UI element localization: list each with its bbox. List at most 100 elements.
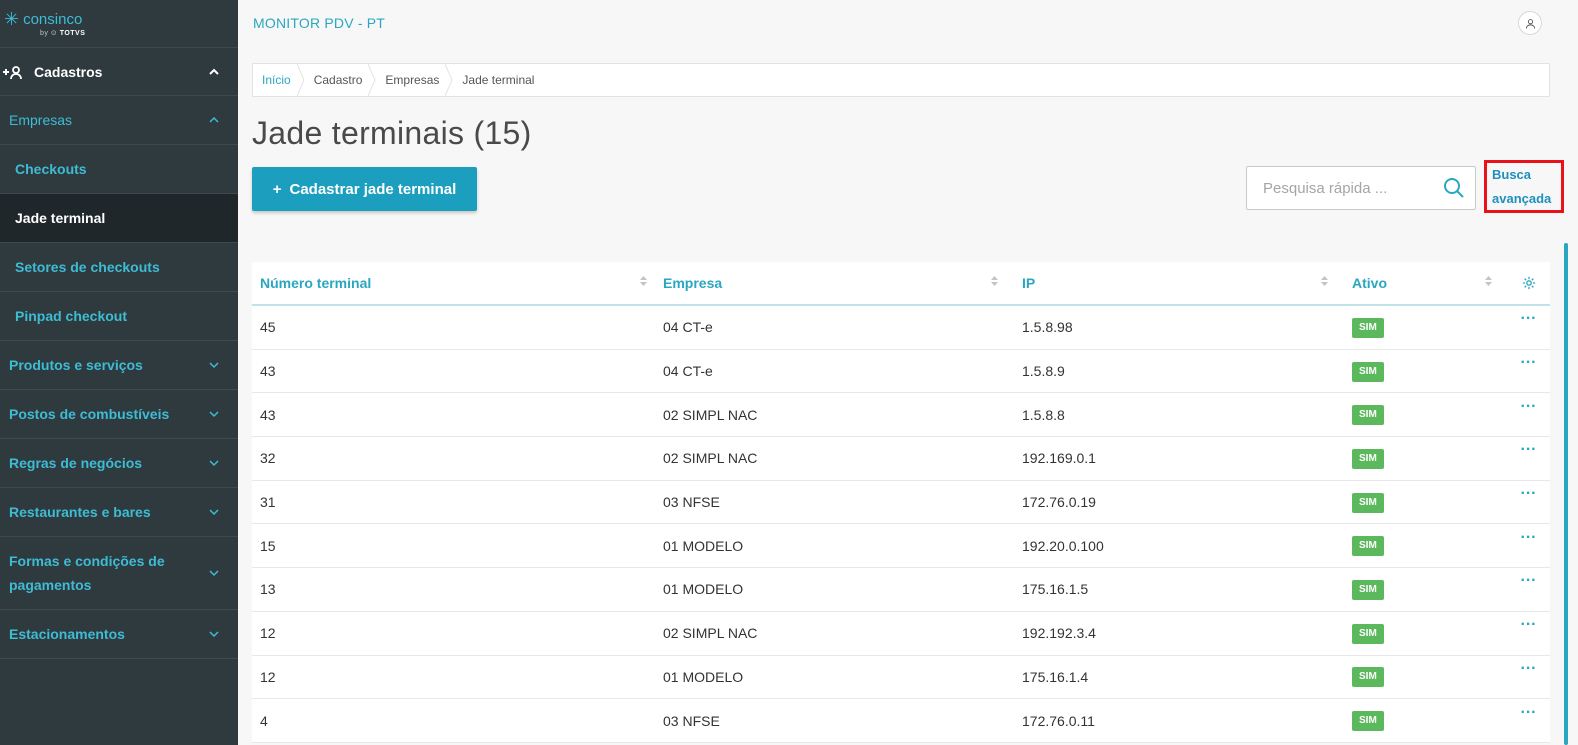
add-user-icon [2, 65, 28, 79]
cell-empresa: 02 SIMPL NAC [663, 406, 758, 423]
advanced-search-link[interactable]: Busca avançada [1484, 160, 1564, 213]
column-settings-button[interactable] [1499, 262, 1550, 304]
column-header-empresa[interactable]: Empresa [655, 262, 1014, 304]
cell-ip: 175.16.1.4 [1022, 668, 1089, 685]
sidebar-item-empresas[interactable]: Empresas [0, 96, 238, 145]
cell-empresa: 01 MODELO [663, 668, 744, 685]
cell-ativo: SIM [1344, 623, 1499, 644]
cell-numero-terminal: 31 [260, 494, 276, 511]
more-options-icon: ··· [1520, 354, 1537, 372]
table-row[interactable]: 43 02 SIMPL NAC 1.5.8.8 SIM ··· [252, 393, 1550, 438]
search-icon[interactable] [1443, 177, 1465, 199]
row-actions-button[interactable]: ··· [1499, 573, 1550, 597]
more-options-icon: ··· [1520, 659, 1537, 677]
status-badge: SIM [1352, 492, 1384, 513]
table-row[interactable]: 32 02 SIMPL NAC 192.169.0.1 SIM ··· [252, 437, 1550, 481]
breadcrumb-item-empresas[interactable]: Empresas [376, 63, 453, 97]
totvs-logo-icon: ⊙ [50, 30, 58, 37]
more-options-icon: ··· [1520, 703, 1537, 721]
cell-empresa: 01 MODELO [663, 581, 744, 598]
more-options-icon: ··· [1520, 528, 1537, 546]
sidebar-item-estacionamentos[interactable]: Estacionamentos [0, 610, 238, 659]
cell-ativo: SIM [1344, 317, 1499, 338]
sidebar-section-cadastros[interactable]: Cadastros [0, 48, 238, 96]
table-row[interactable]: 43 04 CT-e 1.5.8.9 SIM ··· [252, 350, 1550, 394]
chevron-down-icon [208, 628, 220, 640]
user-icon [1525, 18, 1535, 29]
sidebar: ✳ consinco by ⊙ TOTVS Cadastros Empresas… [0, 0, 238, 745]
row-actions-button[interactable]: ··· [1499, 355, 1550, 379]
breadcrumb-item-inicio[interactable]: Início [253, 63, 305, 97]
cell-numero-terminal: 15 [260, 537, 276, 554]
brand-subtitle: by ⊙ TOTVS [40, 30, 86, 37]
table-row[interactable]: 31 03 NFSE 172.76.0.19 SIM ··· [252, 481, 1550, 525]
table-row[interactable]: 4 03 NFSE 172.76.0.11 SIM ··· [252, 699, 1550, 743]
breadcrumb-item-cadastro[interactable]: Cadastro [305, 63, 377, 97]
cell-numero-terminal: 45 [260, 319, 276, 336]
scrollbar[interactable] [1564, 243, 1568, 745]
row-actions-button[interactable]: ··· [1499, 704, 1550, 729]
sidebar-item-produtos-servicos[interactable]: Produtos e serviços [0, 341, 238, 390]
chevron-up-icon [208, 114, 220, 126]
sidebar-item-jade-terminal[interactable]: Jade terminal [0, 194, 238, 243]
cell-numero-terminal: 43 [260, 363, 276, 380]
status-badge: SIM [1352, 711, 1384, 732]
status-badge: SIM [1352, 579, 1384, 600]
table-row[interactable]: 12 01 MODELO 175.16.1.4 SIM ··· [252, 656, 1550, 700]
more-options-icon: ··· [1520, 397, 1537, 415]
sidebar-item-checkouts[interactable]: Checkouts [0, 145, 238, 194]
more-options-icon: ··· [1520, 616, 1537, 634]
column-header-ip[interactable]: IP [1014, 262, 1344, 304]
row-actions-button[interactable]: ··· [1499, 398, 1550, 423]
sort-icon[interactable] [1485, 274, 1492, 286]
row-actions-button[interactable]: ··· [1499, 617, 1550, 641]
column-header-ativo[interactable]: Ativo [1344, 262, 1499, 304]
column-header-numero-terminal[interactable]: Número terminal [252, 262, 655, 304]
more-options-icon: ··· [1520, 485, 1537, 503]
sort-icon[interactable] [1321, 274, 1328, 286]
plus-icon: + [272, 180, 282, 198]
row-actions-button[interactable]: ··· [1499, 311, 1550, 335]
brand-logo[interactable]: ✳ consinco by ⊙ TOTVS [0, 0, 238, 48]
sort-icon[interactable] [991, 274, 998, 286]
breadcrumb: Início Cadastro Empresas Jade terminal [252, 63, 1550, 97]
table-row[interactable]: 12 02 SIMPL NAC 192.192.3.4 SIM ··· [252, 612, 1550, 656]
cell-ip: 172.76.0.19 [1022, 494, 1096, 511]
chevron-down-icon [208, 567, 220, 579]
row-actions-button[interactable]: ··· [1499, 660, 1550, 685]
table-body: 45 04 CT-e 1.5.8.98 SIM ··· 43 04 CT-e 1.5.8.9 S… [252, 306, 1550, 743]
sidebar-item-postos-combustiveis[interactable]: Postos de combustíveis [0, 390, 238, 439]
cell-ativo: SIM [1344, 579, 1499, 600]
cell-ip: 1.5.8.98 [1022, 319, 1073, 336]
add-jade-terminal-button[interactable]: + Cadastrar jade terminal [252, 167, 477, 211]
table-row[interactable]: 15 01 MODELO 192.20.0.100 SIM ··· [252, 524, 1550, 569]
row-actions-button[interactable]: ··· [1499, 529, 1550, 554]
cell-ip: 192.169.0.1 [1022, 450, 1096, 467]
cell-ip: 172.76.0.11 [1022, 712, 1095, 729]
cell-ativo: SIM [1344, 666, 1499, 688]
sort-icon[interactable] [640, 274, 647, 286]
row-actions-button[interactable]: ··· [1499, 442, 1550, 466]
table-row[interactable]: 45 04 CT-e 1.5.8.98 SIM ··· [252, 306, 1550, 350]
user-menu-button[interactable] [1518, 11, 1542, 35]
sidebar-item-restaurantes-bares[interactable]: Restaurantes e bares [0, 488, 238, 537]
sidebar-item-pinpad-checkout[interactable]: Pinpad checkout [0, 292, 238, 341]
gear-icon [1522, 276, 1535, 290]
cell-ativo: SIM [1344, 710, 1499, 732]
table-row[interactable]: 13 01 MODELO 175.16.1.5 SIM ··· [252, 568, 1550, 612]
quick-search-input[interactable] [1263, 179, 1431, 197]
main-content: MONITOR PDV - PT Início Cadastro Empresa… [238, 0, 1578, 745]
table-header: Número terminal Empresa IP Ativo [252, 262, 1550, 306]
cell-numero-terminal: 43 [260, 406, 276, 423]
sidebar-item-formas-pagamentos[interactable]: Formas e condições de pagamentos [0, 537, 238, 610]
status-badge: SIM [1352, 361, 1384, 382]
row-actions-button[interactable]: ··· [1499, 486, 1550, 510]
cell-ip: 175.16.1.5 [1022, 581, 1089, 598]
breadcrumb-separator [444, 63, 453, 97]
chevron-down-icon [208, 457, 220, 469]
cell-numero-terminal: 12 [260, 668, 276, 685]
cell-empresa: 01 MODELO [663, 537, 744, 554]
sidebar-item-setores-checkouts[interactable]: Setores de checkouts [0, 243, 238, 292]
more-options-icon: ··· [1520, 441, 1537, 459]
sidebar-item-regras-negocios[interactable]: Regras de negócios [0, 439, 238, 488]
